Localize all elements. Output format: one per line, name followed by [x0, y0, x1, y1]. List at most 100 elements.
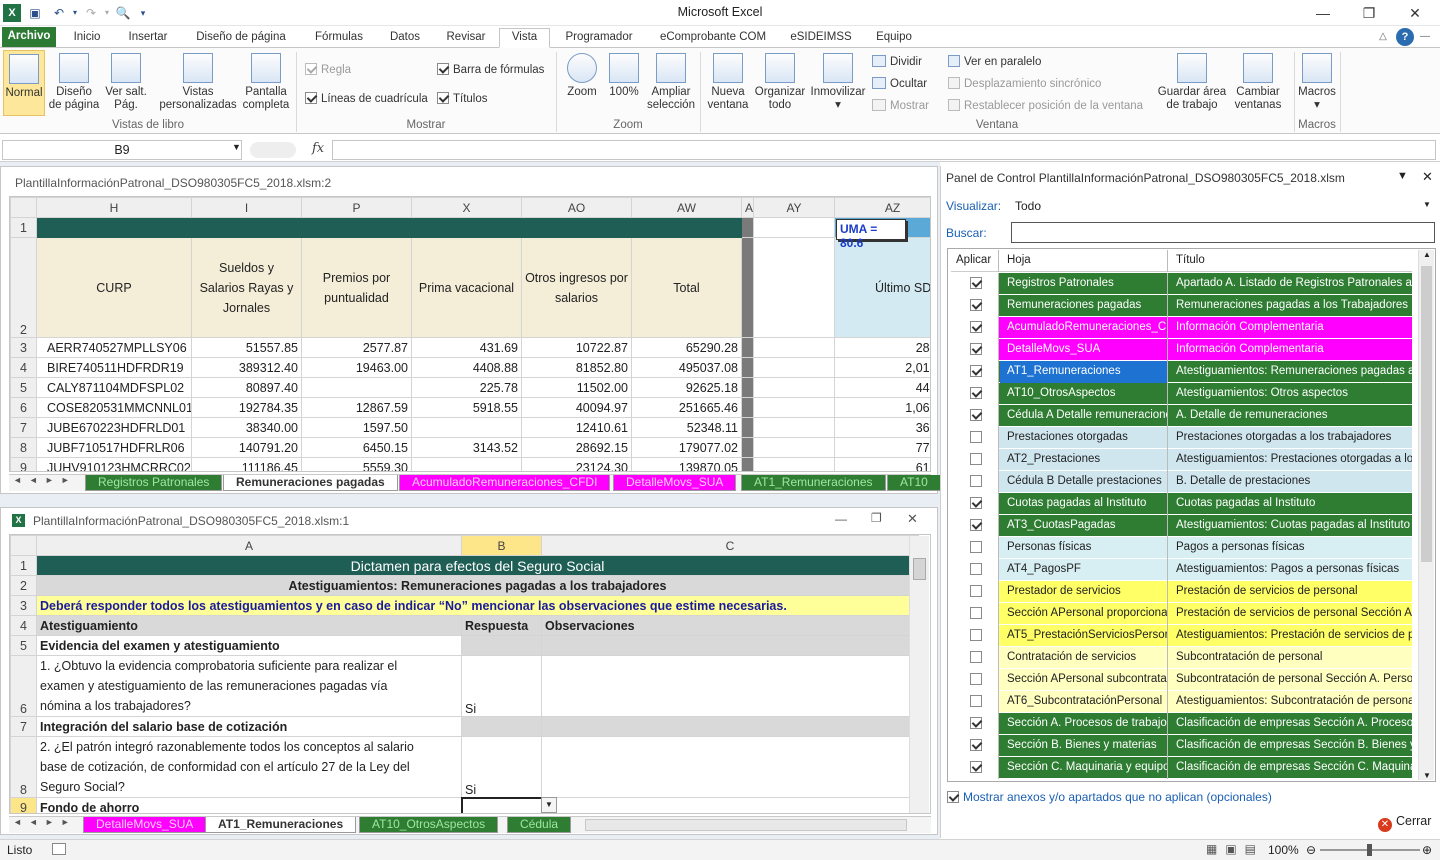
sheet-name[interactable]: Cédula A Detalle remuneraciones [1000, 405, 1168, 427]
cell-prima[interactable]: 431.69 [411, 337, 522, 358]
sheet-title[interactable]: Subcontratación de personal [1169, 647, 1412, 669]
row-header[interactable]: 4 [10, 357, 37, 378]
cell-premios[interactable]: 2577.87 [301, 337, 412, 358]
sheet-tab[interactable]: AT1_Remuneraciones [741, 475, 886, 491]
tab-archivo[interactable]: Archivo [2, 27, 56, 47]
tab-esideimss[interactable]: eSIDEIMSS [786, 29, 856, 48]
row-header-selected[interactable]: 9 [10, 797, 37, 813]
cell-premios[interactable] [301, 377, 412, 398]
sheet-title[interactable]: B. Detalle de prestaciones [1169, 471, 1412, 493]
sheet-title[interactable]: Clasificación de empresas Sección C. Maq… [1169, 757, 1412, 779]
sheet-title[interactable]: Información Complementaria [1169, 339, 1412, 361]
list-item[interactable]: Personas físicas Pagos a personas físicas [951, 537, 1412, 559]
list-item[interactable]: AT4_PagosPF Atestiguamientos: Pagos a per… [951, 559, 1412, 581]
apply-cell[interactable] [951, 273, 999, 295]
list-item[interactable]: Contratación de servicios Subcontratación… [951, 647, 1412, 669]
horizontal-scrollbar[interactable] [585, 819, 907, 831]
header-prima[interactable]: Prima vacacional [411, 237, 522, 338]
macro-record-icon[interactable] [52, 843, 66, 855]
sheet-name[interactable]: Sección APersonal proporcionado [1000, 603, 1168, 625]
cell-ultimo-sd[interactable]: 445.8 [834, 377, 930, 398]
cell-total[interactable]: 251665.46 [631, 397, 742, 418]
sheet-name[interactable]: Remuneraciones pagadas [1000, 295, 1168, 317]
tab-insertar[interactable]: Insertar [120, 29, 176, 48]
row-header[interactable]: 3 [10, 337, 37, 358]
apply-checkbox[interactable] [970, 761, 982, 773]
tab-nav-arrows[interactable]: ◄◄►► [13, 475, 77, 485]
sheet-tab[interactable]: AcumuladoRemuneraciones_CFDI [399, 475, 611, 491]
tab-inicio[interactable]: Inicio [64, 29, 110, 48]
zoom-slider-thumb[interactable] [1367, 844, 1372, 856]
sheet-title[interactable]: Prestación de servicios de personal [1169, 581, 1412, 603]
list-item[interactable]: Sección A. Procesos de trabajo Clasificac… [951, 713, 1412, 735]
header-ultimo-sd[interactable]: Último SD [834, 237, 930, 338]
page-layout-button[interactable]: Diseño de página [48, 53, 100, 112]
instructions[interactable]: Deberá responder todos los atestiguamien… [36, 595, 919, 616]
header-curp[interactable]: CURP [36, 237, 192, 338]
list-item[interactable]: Cédula B Detalle prestaciones B. Detalle … [951, 471, 1412, 493]
close-button[interactable]: ✕ Cerrar [1378, 814, 1431, 832]
sheet-name[interactable]: Sección C. Maquinaria y equipo [1000, 757, 1168, 779]
split-button[interactable]: Dividir [872, 55, 922, 68]
apply-checkbox[interactable] [970, 717, 982, 729]
name-box-dropdown-icon[interactable]: ▼ [232, 142, 241, 152]
switch-windows-button[interactable]: Cambiar ventanas [1228, 53, 1288, 112]
sheet-title[interactable]: Atestiguamientos: Prestaciones otorgadas… [1169, 449, 1412, 471]
headings-checkbox[interactable]: Títulos [437, 92, 488, 105]
cell-prima[interactable]: 225.78 [411, 377, 522, 398]
sheet-name[interactable]: AT4_PagosPF [1000, 559, 1168, 581]
tab-vista[interactable]: Vista [499, 28, 550, 48]
formula-input[interactable] [332, 140, 1436, 160]
cell-premios[interactable]: 6450.15 [301, 437, 412, 458]
row-header[interactable]: 2 [10, 575, 37, 596]
tab-revisar[interactable]: Revisar [438, 29, 494, 48]
cell-otros[interactable]: 40094.97 [521, 397, 632, 418]
list-item[interactable]: Remuneraciones pagadas Remuneraciones pag… [951, 295, 1412, 317]
apply-checkbox[interactable] [970, 629, 982, 641]
sheet-title[interactable]: Atestiguamientos: Subcontratación de per… [1169, 691, 1412, 713]
apply-cell[interactable] [951, 295, 999, 317]
sheet-title[interactable]: Apartado A. Listado de Registros Patrona… [1169, 273, 1412, 295]
report-subtitle[interactable]: Atestiguamientos: Remuneraciones pagadas… [36, 575, 919, 596]
row-header[interactable]: 4 [10, 615, 37, 636]
arrange-all-button[interactable]: Organizar todo [752, 53, 808, 112]
sheet-title[interactable]: Atestiguamientos: Prestación de servicio… [1169, 625, 1412, 647]
cell[interactable] [753, 457, 835, 471]
apply-checkbox[interactable] [970, 519, 982, 531]
cell-premios[interactable]: 19463.00 [301, 357, 412, 378]
cell-total[interactable]: 65290.28 [631, 337, 742, 358]
cell-ultimo-sd[interactable]: 362.6 [834, 417, 930, 438]
apply-checkbox[interactable] [970, 277, 982, 289]
sheet-tab[interactable]: DetalleMovs_SUA [613, 475, 737, 491]
sheet-title[interactable]: Atestiguamientos: Otros aspectos [1169, 383, 1412, 405]
panel-menu-icon[interactable]: ▼ [1397, 170, 1408, 182]
sheet-title[interactable]: Atestiguamientos: Remuneraciones pagadas… [1169, 361, 1412, 383]
apply-cell[interactable] [951, 515, 999, 537]
cell-premios[interactable]: 5559.30 [301, 457, 412, 471]
cell-otros[interactable]: 81852.80 [521, 357, 632, 378]
cell[interactable] [753, 337, 835, 358]
normal-view-button[interactable]: Normal [3, 50, 45, 116]
header-band[interactable] [36, 217, 742, 238]
cell-prima[interactable]: 3143.52 [411, 437, 522, 458]
header-total[interactable]: Total [631, 237, 742, 338]
sheet-title[interactable]: Atestiguamientos: Cuotas pagadas al Inst… [1169, 515, 1412, 537]
formula-bar-checkbox[interactable]: Barra de fórmulas [437, 63, 544, 76]
sheet-title[interactable]: Cuotas pagadas al Instituto [1169, 493, 1412, 515]
cell[interactable] [753, 217, 835, 238]
new-window-button[interactable]: Nueva ventana [704, 53, 752, 112]
cell-sueldos[interactable]: 192784.35 [191, 397, 302, 418]
scroll-down-icon[interactable]: ▼ [1419, 771, 1435, 780]
apply-cell[interactable] [951, 339, 999, 361]
header-premios[interactable]: Premios por puntualidad [301, 237, 412, 338]
apply-checkbox[interactable] [970, 695, 982, 707]
cell-total[interactable]: 92625.18 [631, 377, 742, 398]
ruler-checkbox[interactable]: Regla [305, 63, 351, 76]
cell-otros[interactable]: 10722.87 [521, 337, 632, 358]
sheet-title[interactable]: Remuneraciones pagadas a los Trabajadore… [1169, 295, 1412, 317]
unhide-button[interactable]: Mostrar [872, 99, 929, 112]
apply-checkbox[interactable] [970, 475, 982, 487]
sheet-title[interactable]: Prestación de servicios de personal Secc… [1169, 603, 1412, 625]
sheet-tab[interactable]: AT10_OtrosAspectos [359, 817, 499, 833]
list-item[interactable]: Sección B. Bienes y materias Clasificació… [951, 735, 1412, 757]
